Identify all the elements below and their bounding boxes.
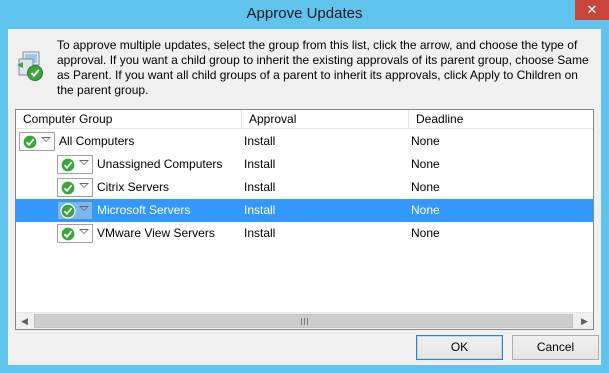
approval-value: Install bbox=[244, 134, 276, 148]
scrollbar-thumb[interactable] bbox=[34, 314, 573, 328]
ok-button[interactable]: OK bbox=[416, 335, 503, 360]
deadline-value: None bbox=[411, 134, 440, 148]
approve-updates-icon bbox=[17, 51, 45, 81]
approval-value: Install bbox=[244, 157, 276, 171]
computer-group-name: All Computers bbox=[59, 134, 135, 148]
approval-value: Install bbox=[244, 203, 276, 217]
approved-checkmark-icon bbox=[60, 203, 76, 219]
approved-checkmark-icon bbox=[60, 180, 76, 196]
column-header-approval[interactable]: Approval bbox=[242, 110, 409, 129]
close-button[interactable]: ✕ bbox=[575, 0, 609, 20]
scrollbar-grip bbox=[301, 318, 308, 325]
approve-updates-window: Approve Updates ✕ To approve multiple up… bbox=[0, 0, 609, 373]
computer-group-name: Microsoft Servers bbox=[97, 203, 191, 217]
approved-checkmark-icon bbox=[60, 226, 76, 242]
horizontal-scrollbar[interactable]: ◀ ▶ bbox=[16, 312, 593, 329]
approval-status-dropdown[interactable] bbox=[19, 132, 55, 151]
deadline-value: None bbox=[411, 203, 440, 217]
dialog-body: To approve multiple updates, select the … bbox=[8, 29, 601, 365]
chevron-down-icon bbox=[41, 137, 51, 142]
window-title: Approve Updates bbox=[246, 5, 363, 22]
computer-group-grid[interactable]: Computer Group Approval Deadline All Com… bbox=[15, 109, 594, 330]
cancel-button[interactable]: Cancel bbox=[512, 335, 599, 360]
chevron-down-icon bbox=[79, 229, 89, 234]
table-row[interactable]: Citrix Servers Install None bbox=[16, 176, 593, 199]
grid-header: Computer Group Approval Deadline bbox=[16, 110, 593, 129]
chevron-down-icon bbox=[79, 206, 89, 211]
approval-status-dropdown[interactable] bbox=[57, 201, 93, 220]
approval-status-dropdown[interactable] bbox=[57, 178, 93, 197]
deadline-value: None bbox=[411, 157, 440, 171]
column-header-computer-group[interactable]: Computer Group bbox=[16, 110, 242, 129]
scroll-left-arrow[interactable]: ◀ bbox=[16, 313, 33, 329]
scroll-right-arrow[interactable]: ▶ bbox=[576, 313, 593, 329]
computer-group-name: VMware View Servers bbox=[97, 226, 215, 240]
column-header-deadline[interactable]: Deadline bbox=[409, 110, 593, 129]
title-bar[interactable]: Approve Updates ✕ bbox=[0, 0, 609, 28]
chevron-down-icon bbox=[79, 183, 89, 188]
approved-checkmark-icon bbox=[60, 157, 76, 173]
instructions-text: To approve multiple updates, select the … bbox=[57, 38, 589, 97]
table-row[interactable]: Unassigned Computers Install None bbox=[16, 153, 593, 176]
chevron-down-icon bbox=[79, 160, 89, 165]
deadline-value: None bbox=[411, 180, 440, 194]
table-row[interactable]: All Computers Install None bbox=[16, 130, 593, 153]
approved-checkmark-icon bbox=[22, 134, 38, 150]
computer-group-name: Citrix Servers bbox=[97, 180, 170, 194]
table-row[interactable]: Microsoft Servers Install None bbox=[16, 199, 593, 222]
approval-value: Install bbox=[244, 180, 276, 194]
approval-status-dropdown[interactable] bbox=[57, 155, 93, 174]
computer-group-name: Unassigned Computers bbox=[97, 157, 223, 171]
table-row[interactable]: VMware View Servers Install None bbox=[16, 222, 593, 245]
deadline-value: None bbox=[411, 226, 440, 240]
approval-value: Install bbox=[244, 226, 276, 240]
approval-status-dropdown[interactable] bbox=[57, 224, 93, 243]
